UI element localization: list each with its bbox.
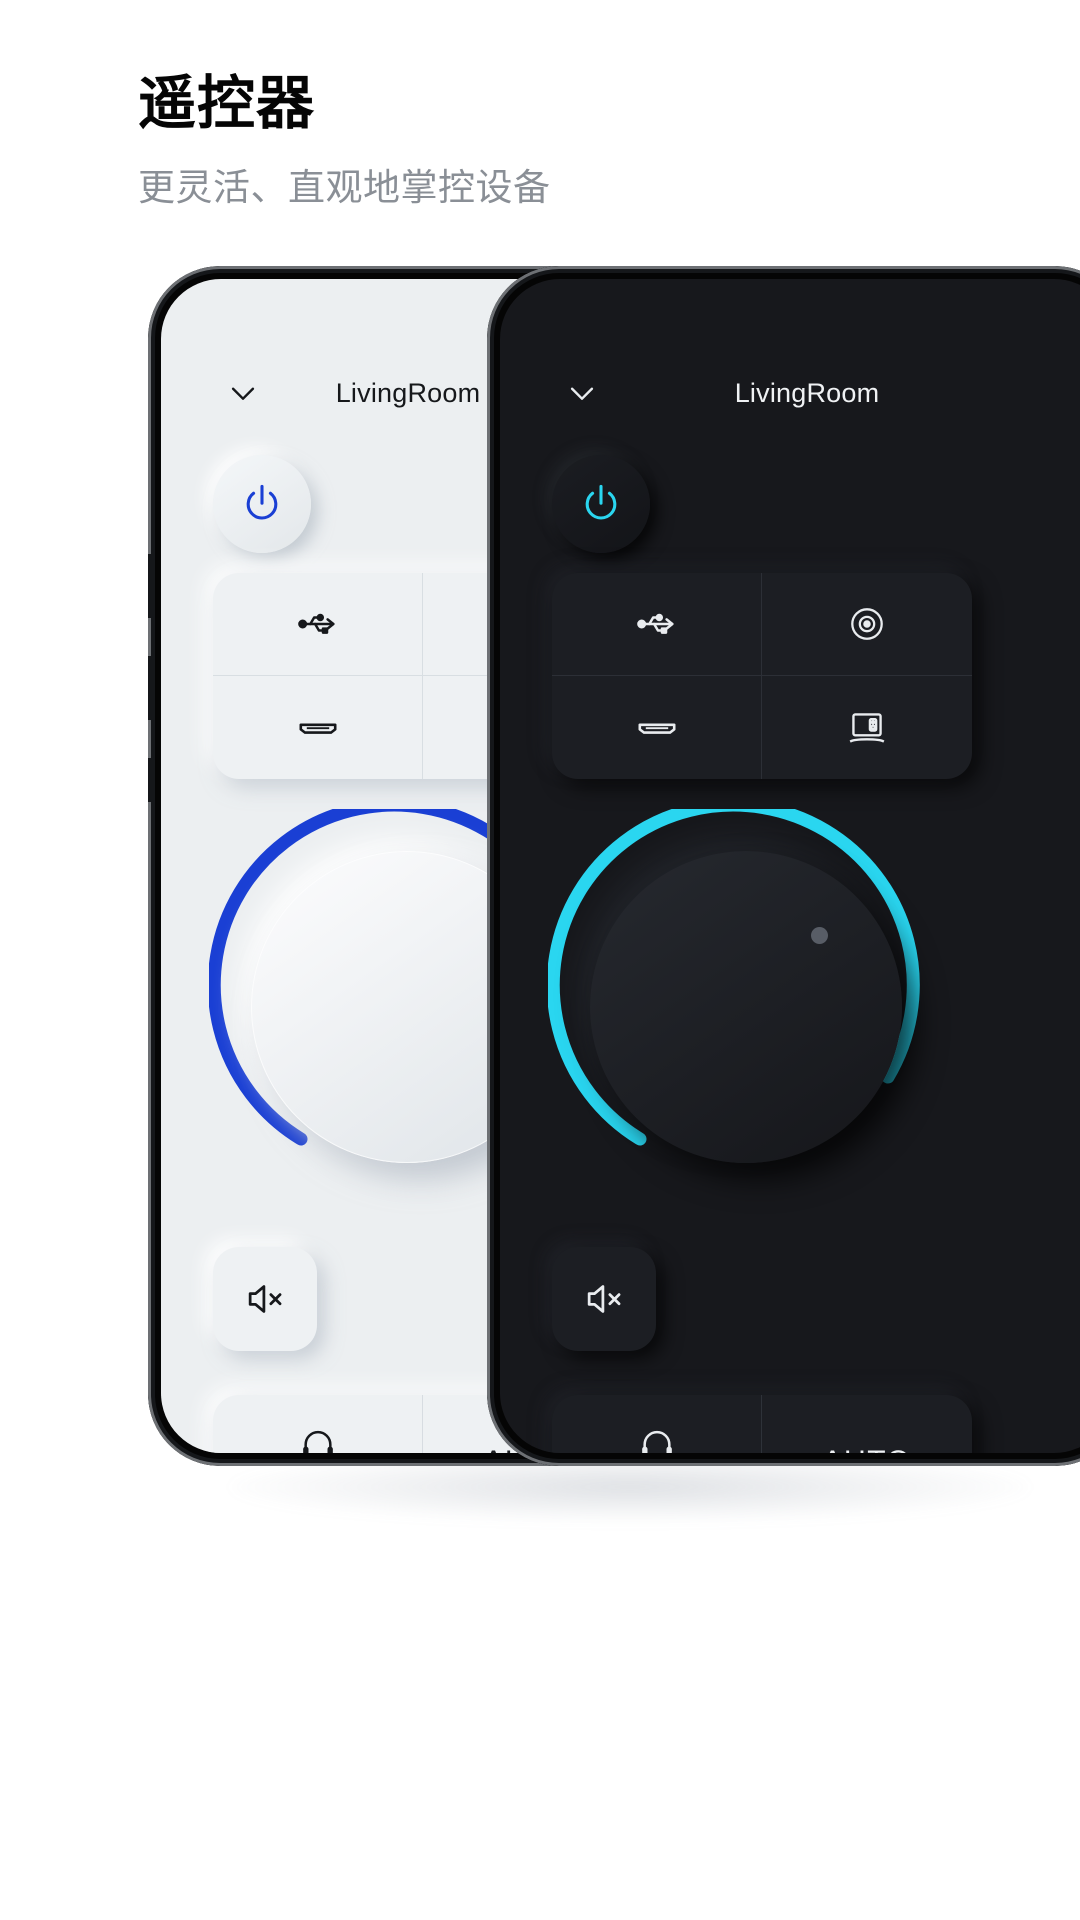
- page-title: 遥控器: [138, 71, 316, 136]
- source-button-hdmi[interactable]: [213, 676, 423, 779]
- mute-button[interactable]: [213, 1247, 317, 1351]
- headline-block: 遥控器 更灵活、直观地掌控设备: [138, 70, 998, 213]
- source-button-usb[interactable]: [552, 573, 762, 676]
- remote-ui-dark: LivingRoom: [500, 279, 1080, 1453]
- source-button-usb[interactable]: [213, 573, 423, 676]
- source-button-line-out[interactable]: [762, 676, 972, 779]
- hardware-button-volume-down[interactable]: [148, 656, 151, 720]
- phone-dark-theme: LivingRoom: [487, 266, 1080, 1466]
- source-grid: [552, 573, 972, 779]
- mode-output-selector[interactable]: Headphones: [213, 1395, 423, 1453]
- mode-auto-label: AUTO: [822, 1445, 911, 1453]
- knob-indicator: [811, 927, 828, 944]
- power-button[interactable]: [213, 455, 311, 553]
- volume-knob[interactable]: [548, 809, 944, 1205]
- power-button[interactable]: [552, 455, 650, 553]
- page-subtitle: 更灵活、直观地掌控设备: [138, 167, 551, 209]
- phone-screen-dark: LivingRoom: [500, 279, 1080, 1453]
- knob-face[interactable]: [590, 851, 902, 1163]
- hardware-button-power[interactable]: [148, 758, 151, 802]
- promo-page: 遥控器 更灵活、直观地掌控设备 LivingRoom LivingRoom: [0, 0, 1080, 1920]
- mode-auto-selector[interactable]: AUTO: [762, 1395, 972, 1453]
- headphones-icon: [641, 1430, 672, 1453]
- headphones-icon: [302, 1430, 333, 1453]
- source-button-hdmi[interactable]: [552, 676, 762, 779]
- mode-bar: Unbalanced AUTO: [552, 1395, 972, 1453]
- mode-output-selector[interactable]: Unbalanced: [552, 1395, 762, 1453]
- chevron-down-icon[interactable]: [560, 371, 604, 415]
- source-button-coaxial[interactable]: [762, 573, 972, 676]
- topbar: LivingRoom: [500, 371, 1080, 415]
- hardware-button-volume-up[interactable]: [148, 554, 151, 618]
- chevron-down-icon[interactable]: [221, 371, 265, 415]
- mute-button[interactable]: [552, 1247, 656, 1351]
